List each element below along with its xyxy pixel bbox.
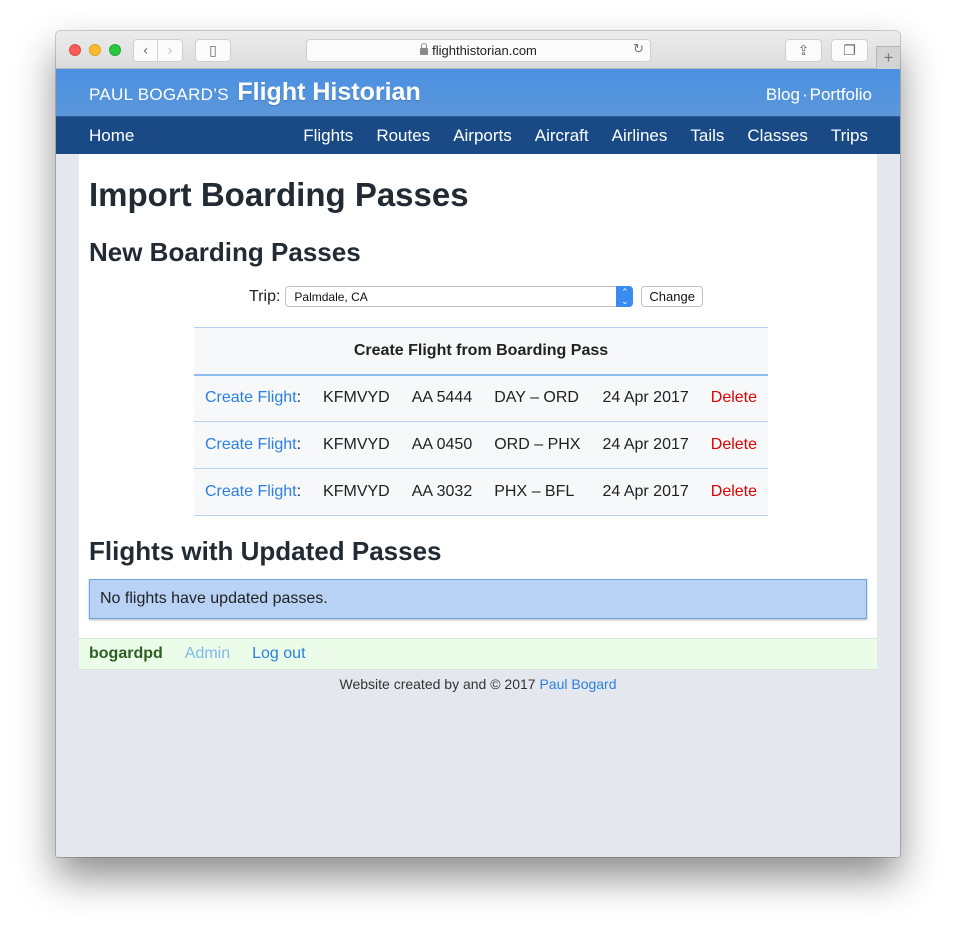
table-row: Create Flight: KFMVYD AA 3032 PHX – BFL … (194, 468, 769, 516)
create-flight-link[interactable]: Create Flight (205, 483, 297, 500)
table-row: Create Flight: KFMVYD AA 5444 DAY – ORD … (194, 374, 769, 422)
table-row: Create Flight: KFMVYD AA 0450 ORD – PHX … (194, 421, 769, 469)
route-cell: ORD – PHX (483, 421, 592, 469)
plus-icon: + (883, 48, 894, 67)
delete-link[interactable]: Delete (711, 483, 757, 500)
brand-title: Flight Historian (237, 78, 421, 106)
link-separator: · (801, 85, 808, 104)
delete-cell: Delete (699, 468, 769, 516)
author-link[interactable]: Paul Bogard (539, 676, 616, 692)
delete-link[interactable]: Delete (711, 389, 757, 406)
trip-label: Trip: (249, 287, 281, 305)
username: bogardpd (89, 645, 163, 662)
nav-routes[interactable]: Routes (376, 126, 430, 146)
no-updated-passes-alert: No flights have updated passes. (89, 579, 867, 619)
route-cell: PHX – BFL (483, 468, 592, 516)
colon: : (296, 389, 302, 407)
main-nav: Home Flights Routes Airports Aircraft Ai… (56, 116, 900, 154)
blog-link[interactable]: Blog (766, 85, 800, 104)
zoom-window-button[interactable] (109, 44, 121, 56)
nav-airlines[interactable]: Airlines (612, 126, 668, 146)
lock-icon (420, 43, 429, 55)
browser-window: ‹ › ▯ flighthistorian.com ↻ ⇪ ❐ + PAUL B… (56, 31, 900, 857)
nav-classes[interactable]: Classes (747, 126, 807, 146)
user-bar: bogardpd Admin Log out (79, 638, 877, 670)
pnr-cell: KFMVYD (312, 374, 401, 422)
delete-link[interactable]: Delete (711, 436, 757, 453)
minimize-window-button[interactable] (89, 44, 101, 56)
change-trip-button[interactable]: Change (641, 286, 703, 307)
reload-icon[interactable]: ↻ (633, 42, 644, 57)
sidebar-toggle-button[interactable]: ▯ (195, 39, 231, 62)
new-passes-heading: New Boarding Passes (89, 237, 361, 267)
share-icon: ⇪ (797, 42, 810, 59)
nav-airports[interactable]: Airports (453, 126, 512, 146)
date-cell: 24 Apr 2017 (591, 468, 700, 516)
forward-button[interactable]: › (158, 39, 183, 62)
new-tab-button[interactable]: + (876, 46, 900, 69)
portfolio-link[interactable]: Portfolio (810, 85, 872, 104)
table-header: Create Flight from Boarding Pass (194, 327, 769, 376)
page-title: Import Boarding Passes (89, 176, 469, 213)
delete-cell: Delete (699, 374, 769, 422)
pnr-cell: KFMVYD (312, 468, 401, 516)
share-button[interactable]: ⇪ (785, 39, 822, 62)
site-brand[interactable]: PAUL BOGARD’S Flight Historian (89, 78, 421, 107)
chevron-left-icon: ‹ (142, 42, 149, 59)
site-header: PAUL BOGARD’S Flight Historian Blog · Port… (56, 69, 900, 116)
pnr-cell: KFMVYD (312, 421, 401, 469)
create-cell: Create Flight: (194, 374, 313, 422)
create-cell: Create Flight: (194, 421, 313, 469)
nav-flights[interactable]: Flights (303, 126, 353, 146)
create-flight-link[interactable]: Create Flight (205, 436, 297, 453)
url-text: flighthistorian.com (432, 43, 537, 58)
date-cell: 24 Apr 2017 (591, 421, 700, 469)
colon: : (296, 436, 302, 453)
trip-form: Trip: Palmdale, CA ⌃ ⌄ Change (249, 286, 703, 307)
brand-owner: PAUL BOGARD’S (89, 85, 229, 104)
browser-toolbar: ‹ › ▯ flighthistorian.com ↻ ⇪ ❐ + (56, 31, 900, 69)
nav-items: Flights Routes Airports Aircraft Airline… (280, 126, 868, 146)
delete-cell: Delete (699, 421, 769, 469)
back-button[interactable]: ‹ (133, 39, 158, 62)
boarding-passes-table: Create Flight from Boarding Pass Create … (194, 327, 769, 516)
nav-trips[interactable]: Trips (831, 126, 868, 146)
copyright: Website created by and © 2017 Paul Bogar… (56, 676, 900, 692)
chevron-right-icon: › (167, 42, 173, 59)
trip-select[interactable]: Palmdale, CA ⌃ ⌄ (285, 286, 634, 307)
nav-tails[interactable]: Tails (690, 126, 724, 146)
address-bar[interactable]: flighthistorian.com ↻ (306, 39, 651, 62)
external-links: Blog · Portfolio (766, 85, 872, 105)
show-tabs-button[interactable]: ❐ (831, 39, 868, 62)
flight-cell: AA 5444 (400, 374, 484, 422)
nav-aircraft[interactable]: Aircraft (535, 126, 589, 146)
close-window-button[interactable] (69, 44, 81, 56)
main-content: Import Boarding Passes New Boarding Pass… (79, 154, 877, 638)
date-cell: 24 Apr 2017 (591, 374, 700, 422)
tabs-icon: ❐ (843, 42, 856, 59)
copyright-text: Website created by and © 2017 (339, 676, 536, 692)
select-updown-icon: ⌃ ⌄ (616, 286, 634, 307)
colon: : (296, 483, 302, 500)
sidebar-icon: ▯ (209, 42, 217, 59)
create-flight-link[interactable]: Create Flight (205, 389, 297, 406)
route-cell: DAY – ORD (483, 374, 592, 422)
logout-link[interactable]: Log out (252, 645, 305, 663)
updated-passes-heading: Flights with Updated Passes (89, 536, 442, 566)
admin-link[interactable]: Admin (185, 645, 230, 663)
flight-cell: AA 3032 (400, 468, 484, 516)
nav-home[interactable]: Home (89, 126, 134, 146)
create-cell: Create Flight: (194, 468, 313, 516)
trip-selected-value: Palmdale, CA (294, 289, 368, 304)
flight-cell: AA 0450 (400, 421, 484, 469)
